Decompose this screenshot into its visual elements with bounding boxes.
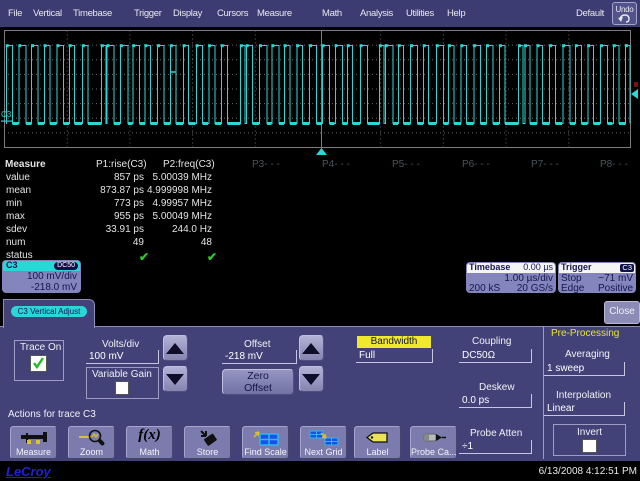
svg-text:C3: C3 [1, 110, 12, 119]
